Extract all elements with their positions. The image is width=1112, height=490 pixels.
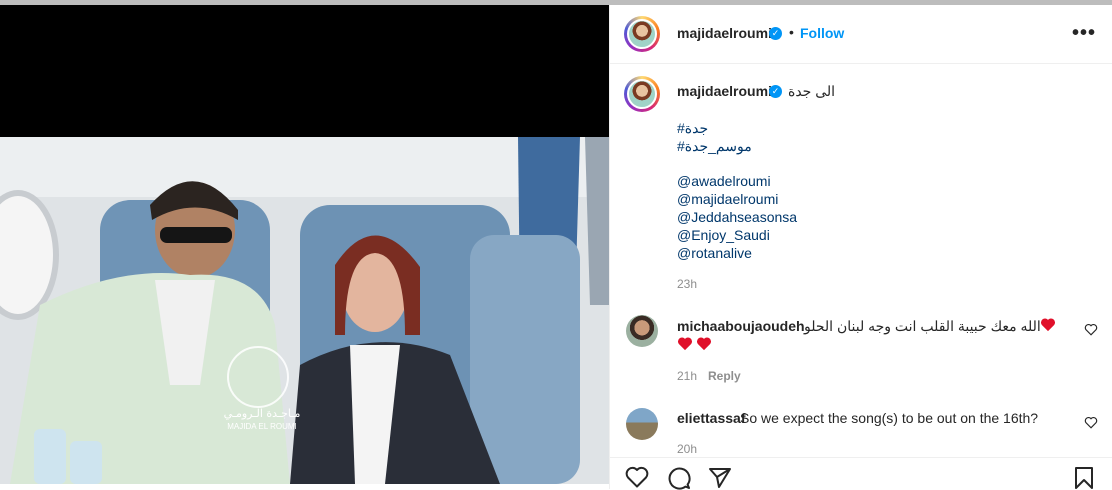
- post-photo: مـاجـدة الـرومـي MAJIDA EL ROUMI: [0, 5, 609, 484]
- hashtag-jeddah-season[interactable]: #موسم_جدة: [677, 138, 752, 155]
- action-bar: [610, 457, 1112, 490]
- reply-button[interactable]: Reply: [708, 369, 741, 383]
- hashtag-jeddah[interactable]: #جدة: [677, 120, 708, 137]
- comment-timestamp[interactable]: 21h: [677, 369, 697, 383]
- verified-badge-icon: ✓: [769, 27, 782, 40]
- red-heart-emoji-icon: [696, 337, 712, 351]
- comment-text: So we expect the song(s) to be out on th…: [740, 410, 1039, 426]
- mention-jeddahseasonsa[interactable]: @Jeddahseasonsa: [677, 209, 797, 225]
- caption-text: الى جدة: [788, 83, 836, 99]
- comment-text: الله معك حبيبة القلب انت وجه لبنان الحلو: [804, 318, 1041, 334]
- save-bookmark-icon[interactable]: [1074, 466, 1094, 490]
- follow-button[interactable]: Follow: [800, 25, 844, 41]
- mention-enjoy-saudi[interactable]: @Enjoy_Saudi: [677, 227, 770, 243]
- caption-username[interactable]: majidaelroumi: [677, 83, 772, 99]
- watermark-latin: MAJIDA EL ROUMI: [227, 422, 297, 431]
- comment-username[interactable]: michaaboujaoudeh: [677, 318, 805, 334]
- more-options-icon[interactable]: •••: [1072, 22, 1096, 45]
- post-detail-panel: majidaelroumi ✓ • Follow ••• majidaelrou…: [609, 5, 1112, 490]
- post-image[interactable]: مـاجـدة الـرومـي MAJIDA EL ROUMI: [0, 5, 609, 484]
- caption-verified-icon: ✓: [769, 85, 782, 98]
- comment-avatar[interactable]: [626, 315, 658, 347]
- like-heart-icon[interactable]: [625, 466, 649, 488]
- caption-avatar[interactable]: [624, 76, 660, 112]
- author-avatar[interactable]: [624, 16, 660, 52]
- comment-timestamp[interactable]: 20h: [677, 442, 697, 456]
- mention-majidaelroumi[interactable]: @majidaelroumi: [677, 191, 778, 207]
- separator-dot: •: [789, 24, 794, 40]
- red-heart-emoji-icon: [677, 337, 693, 351]
- mention-awadelroumi[interactable]: @awadelroumi: [677, 173, 771, 189]
- comment-avatar[interactable]: [626, 408, 658, 440]
- like-comment-heart-icon[interactable]: [1084, 323, 1098, 336]
- comment-bubble-icon[interactable]: [667, 466, 691, 490]
- like-comment-heart-icon[interactable]: [1084, 416, 1098, 429]
- share-paper-plane-icon[interactable]: [708, 466, 732, 490]
- red-heart-emoji-icon: [1040, 318, 1056, 332]
- post-header: majidaelroumi ✓ • Follow •••: [610, 5, 1112, 64]
- mention-rotanalive[interactable]: @rotanalive: [677, 245, 752, 261]
- comment-username[interactable]: eliettassaf: [677, 410, 745, 426]
- caption-timestamp[interactable]: 23h: [677, 277, 697, 291]
- watermark-arabic: مـاجـدة الـرومـي: [224, 407, 301, 420]
- author-username[interactable]: majidaelroumi: [677, 25, 772, 41]
